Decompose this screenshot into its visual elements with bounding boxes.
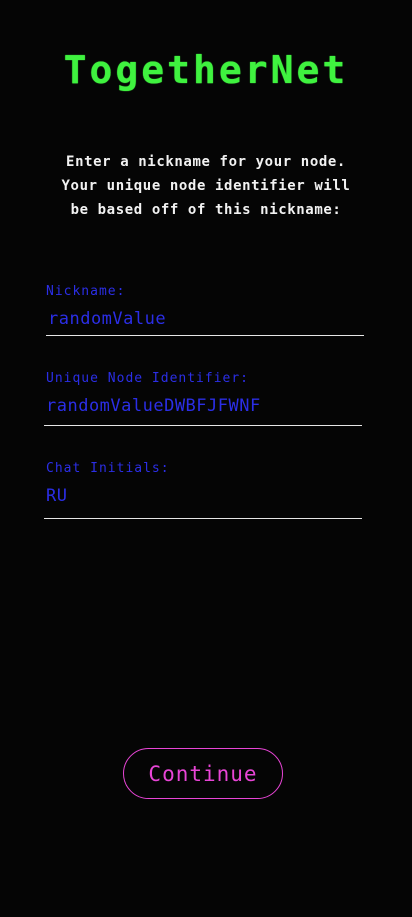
instructions-text: Enter a nickname for your node. Your uni… <box>6 150 406 222</box>
instructions-line: be based off of this nickname: <box>70 202 342 218</box>
node-identifier-label: Unique Node Identifier: <box>46 371 250 386</box>
nickname-input[interactable] <box>46 309 364 336</box>
node-setup-screen: TogetherNet Enter a nickname for your no… <box>0 0 412 917</box>
app-title: TogetherNet <box>63 48 349 92</box>
chat-initials-field-group: Chat Initials: <box>44 461 362 519</box>
instructions-line: Enter a nickname for your node. <box>66 154 346 170</box>
nickname-label: Nickname: <box>46 284 126 299</box>
continue-button[interactable]: Continue <box>123 748 283 799</box>
node-identifier-input[interactable] <box>44 396 362 426</box>
nickname-field-group: Nickname: <box>44 284 364 336</box>
chat-initials-input[interactable] <box>44 486 362 519</box>
node-identifier-field-group: Unique Node Identifier: <box>44 371 362 426</box>
instructions-line: Your unique node identifier will <box>61 178 351 194</box>
chat-initials-label: Chat Initials: <box>46 461 170 476</box>
